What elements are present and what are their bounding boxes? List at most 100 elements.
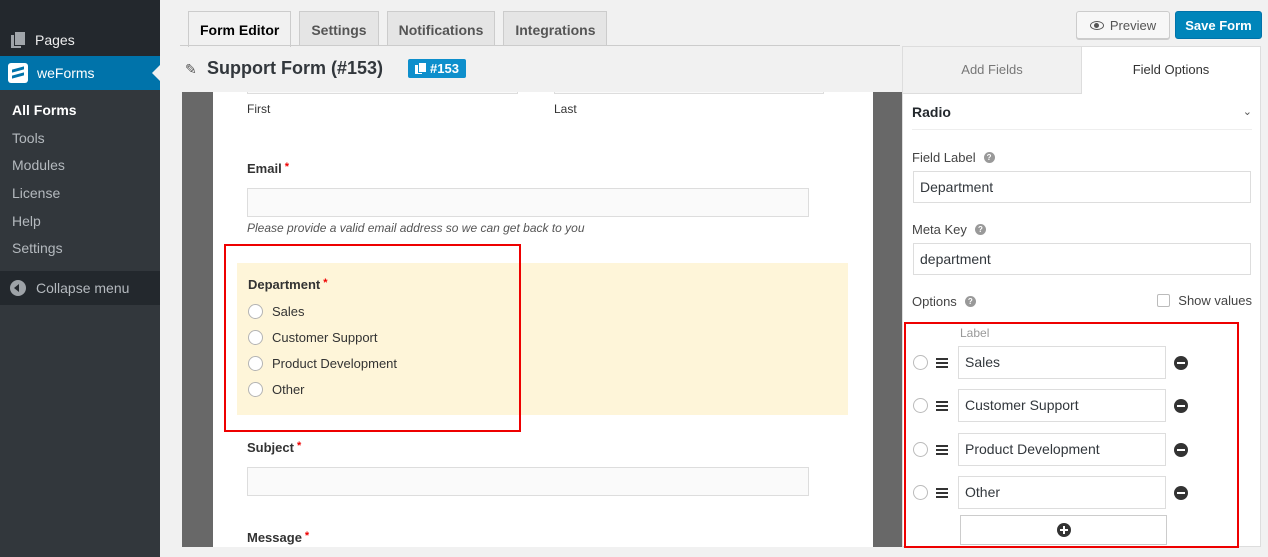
radio-option[interactable]: Other — [248, 382, 305, 397]
option-row: Sales — [913, 346, 1203, 379]
subject-label: Subject * — [247, 440, 301, 455]
radio-option-label: Sales — [272, 304, 305, 319]
radio-option[interactable]: Customer Support — [248, 330, 378, 345]
meta-key-input[interactable]: department — [913, 243, 1251, 275]
option-row: Customer Support — [913, 389, 1203, 422]
collapse-menu-button[interactable]: Collapse menu — [0, 271, 160, 305]
department-field-selected[interactable]: Department * Sales Customer Support Produ… — [237, 263, 848, 415]
collapse-icon — [10, 280, 26, 296]
default-radio[interactable] — [913, 355, 928, 370]
panel-tabs: Add Fields Field Options — [903, 47, 1260, 94]
preview-label: Preview — [1109, 17, 1157, 33]
drag-handle-icon[interactable] — [936, 444, 948, 455]
editor-tabs: Form Editor Settings Notifications Integ… — [188, 11, 615, 47]
radio-option[interactable]: Product Development — [248, 356, 397, 371]
first-name-sublabel: First — [247, 102, 271, 116]
drag-handle-icon[interactable] — [936, 487, 948, 498]
option-label-input[interactable]: Other — [958, 476, 1166, 509]
option-label-input[interactable]: Product Development — [958, 433, 1166, 466]
current-menu-arrow — [152, 65, 160, 81]
form-title-bar: ✎ Support Form (#153) #153 — [185, 58, 466, 79]
department-label-text: Department — [248, 277, 321, 292]
sidebar-item-weforms[interactable]: weForms — [0, 56, 160, 90]
pages-icon — [11, 32, 25, 48]
weforms-submenu: All Forms Tools Modules License Help Set… — [0, 97, 160, 263]
field-label-input[interactable]: Department — [913, 171, 1251, 203]
form-title[interactable]: Support Form (#153) — [207, 58, 383, 79]
remove-option-icon[interactable] — [1174, 398, 1188, 413]
radio-button[interactable] — [248, 304, 263, 319]
remove-option-icon[interactable] — [1174, 485, 1188, 500]
tabs-divider — [180, 45, 900, 46]
meta-key-title: Meta Key? — [912, 222, 986, 237]
required-mark: * — [304, 530, 310, 542]
email-label: Email * — [247, 161, 289, 176]
last-name-sublabel: Last — [554, 102, 577, 116]
first-name-input[interactable] — [247, 92, 518, 94]
department-label: Department * — [248, 277, 328, 292]
drag-handle-icon[interactable] — [936, 400, 948, 411]
remove-option-icon[interactable] — [1174, 355, 1188, 370]
sidebar-item-label: Pages — [35, 32, 75, 48]
submenu-all-forms[interactable]: All Forms — [0, 97, 160, 125]
field-options-section: Radio ⌄ Field Label? Department Meta Key… — [912, 94, 1252, 545]
default-radio[interactable] — [913, 442, 928, 457]
subject-input[interactable] — [247, 467, 809, 496]
option-label-input[interactable]: Customer Support — [958, 389, 1166, 422]
options-column-header: Label — [960, 326, 990, 340]
submenu-help[interactable]: Help — [0, 208, 160, 236]
required-mark: * — [284, 161, 289, 173]
remove-option-icon[interactable] — [1174, 442, 1188, 457]
help-icon[interactable]: ? — [964, 296, 976, 307]
help-icon[interactable]: ? — [983, 152, 995, 163]
required-mark: * — [323, 277, 328, 289]
default-radio[interactable] — [913, 485, 928, 500]
sidebar-item-label: weForms — [37, 65, 95, 81]
add-option-button[interactable] — [960, 515, 1167, 545]
form-canvas: First Last Email * Please provide a valid… — [182, 92, 902, 547]
field-type-title: Radio — [912, 103, 951, 120]
plus-icon — [1056, 523, 1071, 537]
last-name-input[interactable] — [554, 92, 824, 94]
tab-notifications[interactable]: Notifications — [386, 11, 496, 46]
help-icon[interactable]: ? — [974, 224, 986, 235]
drag-handle-icon[interactable] — [936, 357, 948, 368]
preview-button[interactable]: Preview — [1076, 11, 1170, 39]
email-hint: Please provide a valid email address so … — [247, 221, 585, 235]
admin-sidebar: Pages weForms All Forms Tools Modules Li… — [0, 0, 160, 557]
pencil-icon[interactable]: ✎ — [185, 62, 199, 76]
radio-option[interactable]: Sales — [248, 304, 305, 319]
submenu-tools[interactable]: Tools — [0, 125, 160, 153]
email-label-text: Email — [247, 161, 282, 176]
tab-form-editor[interactable]: Form Editor — [188, 11, 292, 47]
shortcode-badge-label: #153 — [430, 61, 459, 76]
email-input[interactable] — [247, 188, 809, 217]
message-label-text: Message — [247, 530, 302, 545]
tab-integrations[interactable]: Integrations — [503, 11, 608, 46]
radio-button[interactable] — [248, 330, 263, 345]
chevron-down-icon[interactable]: ⌄ — [1243, 105, 1252, 118]
field-type-header[interactable]: Radio ⌄ — [912, 94, 1252, 130]
radio-option-label: Other — [272, 382, 305, 397]
show-values-checkbox[interactable] — [1157, 294, 1171, 307]
tab-settings[interactable]: Settings — [299, 11, 379, 46]
eye-icon — [1089, 20, 1104, 30]
meta-key-title-text: Meta Key — [912, 222, 967, 237]
show-values-toggle[interactable]: Show values — [1157, 293, 1252, 308]
default-radio[interactable] — [913, 398, 928, 413]
option-label-input[interactable]: Sales — [958, 346, 1166, 379]
radio-button[interactable] — [248, 356, 263, 371]
required-mark: * — [296, 440, 302, 452]
radio-button[interactable] — [248, 382, 263, 397]
tab-field-options[interactable]: Field Options — [1082, 47, 1260, 94]
sidebar-item-pages[interactable]: Pages — [0, 24, 160, 56]
option-row: Other — [913, 476, 1203, 509]
submenu-license[interactable]: License — [0, 180, 160, 208]
submenu-modules[interactable]: Modules — [0, 152, 160, 180]
option-row: Product Development — [913, 433, 1203, 466]
submenu-settings[interactable]: Settings — [0, 235, 160, 263]
field-label-title-text: Field Label — [912, 150, 976, 165]
shortcode-badge[interactable]: #153 — [408, 59, 466, 78]
tab-add-fields[interactable]: Add Fields — [903, 47, 1082, 94]
save-form-button[interactable]: Save Form — [1175, 11, 1262, 39]
